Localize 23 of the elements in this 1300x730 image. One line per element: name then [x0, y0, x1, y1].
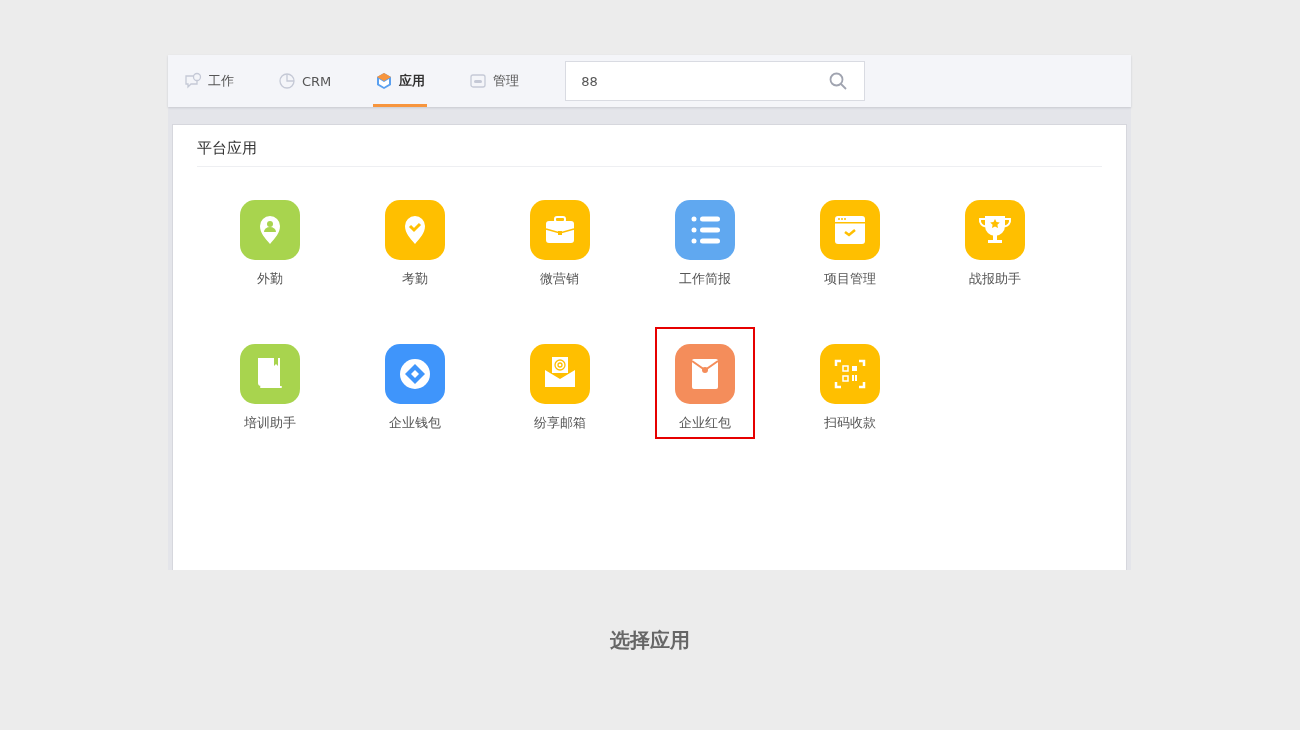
- app-tile[interactable]: 企业红包: [654, 327, 755, 439]
- app-tile[interactable]: 外勤: [219, 183, 320, 295]
- nav-tab[interactable]: 工作: [182, 55, 236, 107]
- app-tile[interactable]: 培训助手: [219, 327, 320, 439]
- nav-tab[interactable]: CRM: [276, 55, 334, 107]
- app-tile[interactable]: 战报助手: [944, 183, 1045, 295]
- nav-tab[interactable]: 应用: [373, 55, 428, 107]
- app-tile[interactable]: 企业钱包: [364, 327, 465, 439]
- card-icon: [469, 72, 488, 90]
- section-title: 平台应用: [197, 125, 1102, 167]
- cube-icon: [375, 72, 394, 90]
- chat-icon: [184, 72, 202, 90]
- caption: 选择应用: [609, 627, 691, 654]
- app-tile[interactable]: 微营销: [509, 183, 610, 295]
- app-tile[interactable]: 项目管理: [799, 183, 900, 295]
- app-tile[interactable]: 纷享邮箱: [509, 327, 610, 439]
- search-field[interactable]: 88: [565, 61, 866, 101]
- pie-icon: [278, 72, 296, 90]
- app-tile[interactable]: 考勤: [364, 183, 465, 295]
- search-icon[interactable]: [828, 71, 849, 91]
- app-tile[interactable]: 工作简报: [654, 183, 755, 295]
- nav-tab[interactable]: 管理: [467, 55, 522, 107]
- app-tile[interactable]: 扫码收款: [799, 327, 900, 439]
